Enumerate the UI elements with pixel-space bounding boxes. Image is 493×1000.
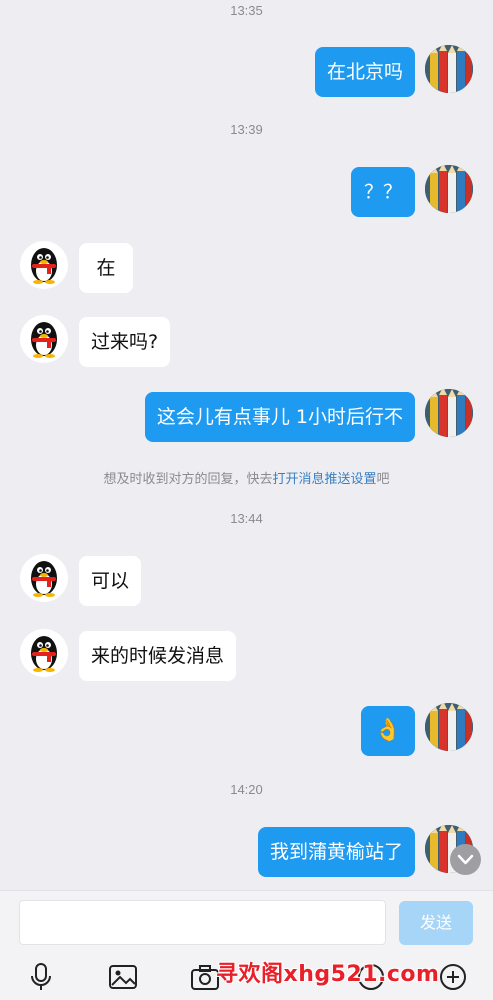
avatar-contact[interactable] [20, 241, 68, 289]
chat-area[interactable]: 13:35 在北京吗 13:39 ？？ 在 过来吗? 这会儿有点事儿 1小时后行… [0, 0, 493, 890]
pencils-avatar-icon [425, 703, 473, 751]
image-icon[interactable] [107, 961, 139, 993]
open-push-settings-link[interactable]: 打开消息推送设置 [272, 472, 376, 487]
avatar-contact[interactable] [20, 554, 68, 602]
message-bubble-outgoing[interactable]: 这会儿有点事儿 1小时后行不 [144, 392, 415, 442]
microphone-icon[interactable] [25, 961, 57, 993]
input-bar: 发送 寻欢阁xhg521.com [0, 890, 493, 1000]
avatar-self[interactable] [425, 165, 473, 213]
penguin-avatar-icon [31, 636, 57, 672]
penguin-avatar-icon [31, 248, 57, 284]
notice-text: 想及时收到对方的回复，快去 [103, 472, 273, 487]
timestamp: 13:35 [230, 3, 263, 18]
avatar-self[interactable] [425, 389, 473, 437]
avatar-contact[interactable] [20, 315, 68, 363]
pencils-avatar-icon [425, 389, 473, 437]
avatar-contact[interactable] [20, 629, 68, 677]
message-bubble-incoming[interactable]: 过来吗? [79, 317, 171, 367]
watermark: 寻欢阁xhg521.com [216, 962, 440, 987]
message-bubble-incoming[interactable]: 来的时候发消息 [79, 631, 237, 681]
pencils-avatar-icon [425, 45, 473, 93]
timestamp: 14:20 [230, 782, 263, 797]
plus-icon[interactable] [437, 961, 469, 993]
chevron-down-icon [457, 854, 474, 865]
avatar-self[interactable] [425, 45, 473, 93]
message-bubble-outgoing[interactable]: 👌 [361, 706, 415, 756]
message-bubble-outgoing[interactable]: 在北京吗 [314, 47, 415, 97]
message-input[interactable] [19, 900, 386, 945]
message-bubble-incoming[interactable]: 在 [79, 243, 133, 293]
timestamp: 13:39 [230, 122, 263, 137]
penguin-avatar-icon [31, 322, 57, 358]
message-bubble-incoming[interactable]: 可以 [79, 556, 142, 606]
timestamp: 13:44 [230, 511, 263, 526]
pencils-avatar-icon [425, 165, 473, 213]
avatar-self[interactable] [425, 703, 473, 751]
push-notification-tip: 想及时收到对方的回复，快去打开消息推送设置吧 [0, 468, 493, 487]
scroll-to-bottom-button[interactable] [450, 844, 481, 875]
notice-text: 吧 [376, 472, 390, 487]
send-button[interactable]: 发送 [399, 901, 473, 945]
message-bubble-outgoing[interactable]: 我到蒲黄榆站了 [257, 827, 415, 877]
message-bubble-outgoing[interactable]: ？？ [351, 167, 415, 217]
penguin-avatar-icon [31, 561, 57, 597]
ok-hand-emoji: 👌 [374, 718, 402, 743]
